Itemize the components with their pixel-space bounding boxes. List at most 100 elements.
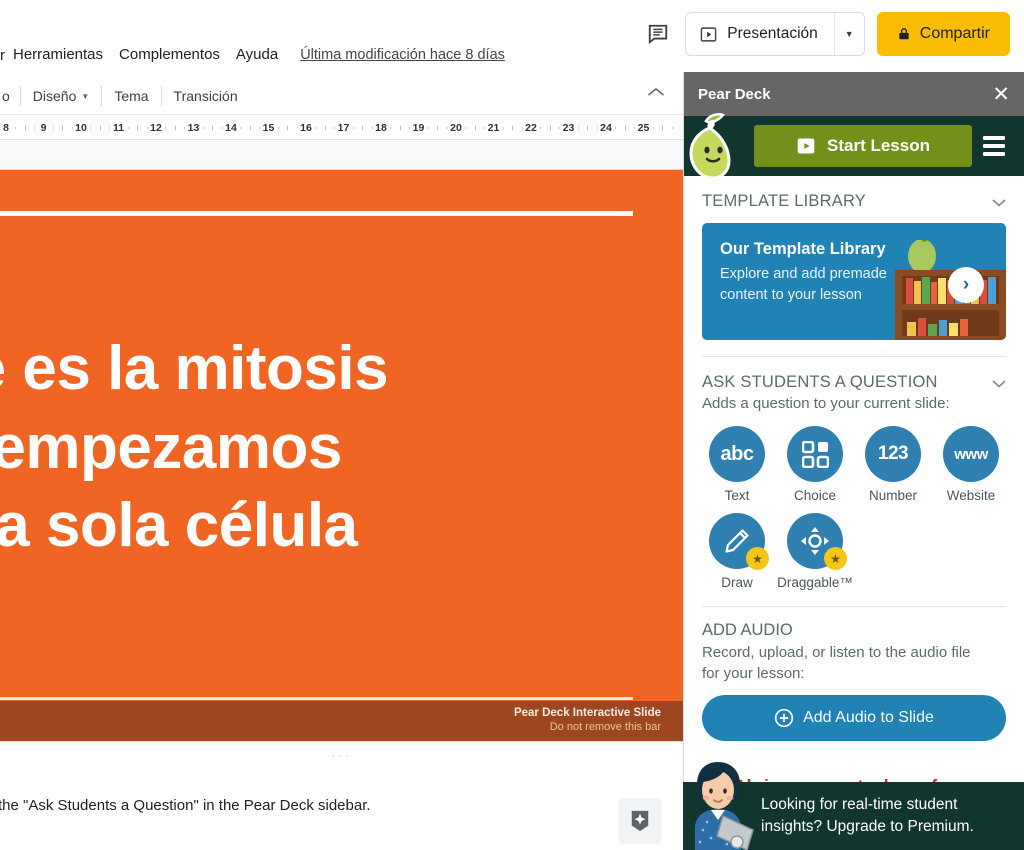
current-slide[interactable]: Sobre qué es la mitosis las todos empeza… [0,170,683,748]
question-type-number[interactable]: 123 Number [854,426,932,503]
toolbar-divider [101,86,103,106]
ruler-tick-label: 8 [3,122,9,134]
drag-dots-icon[interactable]: ··· [0,750,683,762]
play-box-icon [700,26,717,42]
ruler-minor-tick [549,126,551,130]
last-modified-link[interactable]: Última modificación hace 8 días [300,47,505,63]
menu-item-complementos[interactable]: Complementos [111,40,228,70]
question-type-draggable-label: Draggable™ [777,575,853,590]
ruler-minor-tick [521,127,523,129]
start-lesson-button[interactable]: Start Lesson [754,125,972,167]
question-type-text[interactable]: abc Text [698,426,776,503]
add-audio-section-header: ADD AUDIO Record, upload, or listen to t… [684,607,1024,685]
toolbar-item-clipped[interactable]: o [0,88,10,104]
premium-star-icon: ★ [824,547,847,570]
question-type-draggable[interactable]: ★ Draggable™ [776,513,854,590]
pear-deck-header: Start Lesson [684,113,1024,180]
toolbar-divider [160,86,162,106]
chevron-down-icon[interactable] [992,373,1006,391]
pear-deck-body: TEMPLATE LIBRARY Our Template Library Ex… [684,176,1024,850]
ruler-minor-tick [249,126,251,130]
ruler-minor-tick [502,127,504,129]
premium-banner-line1: Looking for real-time student [761,795,958,813]
ruler-minor-tick [90,127,92,129]
ruler-minor-tick [52,127,54,129]
ask-question-title: ASK STUDENTS A QUESTION [702,373,938,391]
toolbar-item-diseno-label: Diseño [32,88,77,104]
question-type-website[interactable]: www Website [932,426,1010,503]
ruler-minor-tick [624,126,626,130]
template-library-section-header[interactable]: TEMPLATE LIBRARY [684,176,1024,211]
pear-logo-icon [689,113,731,180]
toolbar-item-transicion[interactable]: Transición [172,88,240,104]
pear-deck-sidebar[interactable]: Pear Deck ✕ Start Lesson TEMPLATE LIBRAR… [683,72,1024,850]
ruler-minor-tick [99,126,101,130]
present-button-group[interactable]: Presentación ▼ [685,12,865,56]
choice-grid-icon[interactable] [787,426,843,482]
ruler-minor-tick [671,127,673,129]
draggable-icon[interactable]: ★ [787,513,847,570]
ruler-minor-tick [212,126,214,130]
ruler-minor-tick [184,127,186,129]
add-audio-subtitle: Record, upload, or listen to the audio f… [702,644,971,683]
question-type-draw[interactable]: ★ Draw [698,513,776,590]
toolbar-item-diseno[interactable]: Diseño ▼ [31,88,92,104]
horizontal-ruler[interactable]: 8 9 10 11 12 13 14 15 16 17 18 19 20 21 22 23 24 25 [0,116,683,140]
chevron-right-icon[interactable]: › [948,267,984,303]
bookshelf-icon [895,240,1006,340]
premium-banner-line2: insights? Upgrade to Premium. [761,818,974,835]
share-button[interactable]: Compartir [876,12,1010,56]
play-icon [797,138,815,154]
ruler-minor-tick [174,126,176,130]
ruler-minor-tick [577,127,579,129]
123-icon[interactable]: 123 [865,426,921,482]
ruler-minor-tick [587,126,589,130]
comment-icon[interactable] [643,19,673,49]
speaker-notes-text[interactable]: Ir to the "Ask Students a Question" in t… [0,797,688,814]
pencil-icon[interactable]: ★ [709,513,769,570]
ruler-minor-tick [615,127,617,129]
ask-question-section-header[interactable]: ASK STUDENTS A QUESTION Adds a question … [684,357,1024,412]
ruler-minor-tick [146,127,148,129]
premium-upgrade-banner[interactable]: Looking for real-time student insights? … [683,762,1024,850]
pear-deck-titlebar: Pear Deck ✕ [684,72,1024,116]
question-type-text-label: Text [724,488,750,503]
slide-divider-line [0,211,633,216]
www-icon[interactable]: www [943,426,999,482]
ruler-minor-tick [165,127,167,129]
speaker-notes-panel[interactable]: ··· Ir to the "Ask Students a Question" … [0,741,683,850]
ruler-minor-tick [296,127,298,129]
close-icon[interactable]: ✕ [992,84,1010,105]
present-button[interactable]: Presentación [686,13,833,55]
chevron-down-icon[interactable] [992,192,1006,210]
menu-item-herramientas[interactable]: Herramientas [5,40,111,70]
ruler-minor-tick [409,127,411,129]
menu-item-ayuda[interactable]: Ayuda [228,40,286,70]
ruler-minor-tick [399,126,401,130]
slide-canvas[interactable]: Sobre qué es la mitosis las todos empeza… [0,141,683,777]
toolbar-item-transicion-label: Transición [173,88,238,104]
collapse-toolbar-icon[interactable] [647,86,665,101]
ruler-minor-tick [240,127,242,129]
template-library-title: TEMPLATE LIBRARY [702,192,866,210]
abc-icon[interactable]: abc [709,426,765,482]
lock-icon [899,28,909,40]
template-library-card[interactable]: Our Template Library Explore and add pre… [702,223,1006,340]
ruler-minor-tick [437,126,439,130]
explore-icon[interactable] [619,798,661,844]
footer-brand-line2: Do not remove this bar [549,721,661,733]
slide-title[interactable]: Sobre qué es la mitosis las todos empeza… [0,330,637,566]
ruler-minor-tick [512,126,514,130]
toolbar-item-tema[interactable]: Tema [112,88,150,104]
present-button-label: Presentación [727,25,818,42]
question-type-choice[interactable]: Choice [776,426,854,503]
question-type-number-label: Number [868,488,917,503]
chevron-down-icon[interactable]: ▼ [833,13,864,55]
ruler-minor-tick [221,127,223,129]
ruler-minor-tick [34,127,36,129]
footer-brand: Pear Deck Interactive Slide Do not remov… [514,707,661,733]
slides-toolbar: o Diseño ▼ Tema Transición [0,78,683,115]
add-audio-button[interactable]: Add Audio to Slide [702,694,1006,741]
hamburger-menu-icon[interactable] [972,125,1016,167]
ruler-minor-tick [371,127,373,129]
